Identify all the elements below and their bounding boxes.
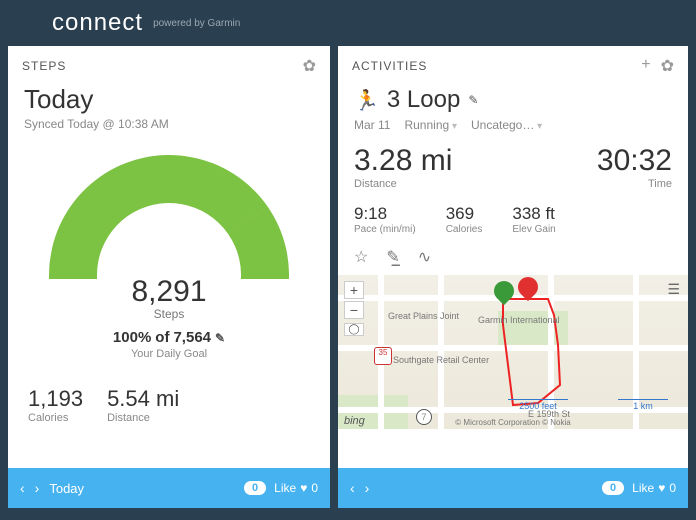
plus-icon[interactable]: + (641, 56, 650, 76)
activity-distance-stat: 3.28 mi Distance (354, 144, 452, 190)
map-label: Great Plains Joint (388, 311, 459, 321)
app-logo: connect (52, 9, 143, 37)
synced-text: Synced Today @ 10:38 AM (24, 117, 314, 131)
activities-panel-title: ACTIVITIES (352, 59, 427, 73)
activity-name: 3 Loop (387, 86, 460, 114)
like-button[interactable]: Like ♥ 0 (274, 481, 318, 495)
map-label: Garmin International (478, 315, 560, 325)
page-title: Today (24, 84, 314, 115)
activity-toolbar: ☆ ✎̲ ∿ (354, 247, 672, 267)
heart-icon: ♥ (300, 481, 307, 495)
pencil-icon[interactable]: ✎ (468, 93, 478, 107)
locate-button[interactable]: ◯ (344, 323, 364, 336)
activity-time-label: Time (597, 178, 672, 190)
activity-date: Mar 11 (354, 118, 390, 132)
steps-panel-header: STEPS ✿ (8, 46, 330, 82)
chart-icon[interactable]: ∿ (418, 247, 431, 267)
map-label: Southgate Retail Center (393, 355, 489, 365)
activity-calories-stat: 369 Calories (446, 204, 483, 235)
elev-value: 338 ft (512, 204, 555, 224)
comments-badge[interactable]: 0 (602, 481, 624, 495)
steps-gauge: 8,291 Steps 100% of 7,564 ✎ Your Daily G… (24, 149, 314, 360)
calories-label: Calories (28, 412, 83, 424)
activities-panel-header: ACTIVITIES + ✿ (338, 46, 688, 82)
steps-count: 8,291 (24, 275, 314, 309)
activities-panel: ACTIVITIES + ✿ 🏃 3 Loop ✎ Mar 11 Running… (338, 46, 688, 508)
map-scale-feet: 2500 feet (508, 399, 568, 411)
map-scale-km: 1 km (618, 399, 668, 411)
activity-time-value: 30:32 (597, 144, 672, 178)
distance-label: Distance (107, 412, 179, 424)
goal-target: 7,564 (173, 329, 211, 346)
zoom-in-button[interactable]: + (344, 281, 364, 299)
app-header: connect powered by Garmin (0, 0, 696, 46)
heart-icon: ♥ (658, 481, 665, 495)
running-icon: 🏃 (354, 88, 379, 113)
pace-value: 9:18 (354, 204, 416, 224)
map-credits: © Microsoft Corporation © Nokia (338, 418, 688, 427)
steps-panel: STEPS ✿ Today Synced Today @ 10:38 AM 8,… (8, 46, 330, 508)
activity-category-dropdown[interactable]: Uncatego… (471, 118, 542, 132)
gear-icon[interactable]: ✿ (661, 56, 674, 76)
star-icon[interactable]: ☆ (354, 247, 368, 267)
zoom-out-button[interactable]: − (344, 301, 364, 319)
prev-icon[interactable]: ‹ (20, 480, 25, 496)
goal-subtext: Your Daily Goal (24, 348, 314, 360)
next-icon[interactable]: › (35, 480, 40, 496)
powered-by-text: powered by Garmin (153, 18, 240, 29)
goal-of: of (155, 329, 169, 346)
elev-label: Elev Gain (512, 224, 555, 235)
calories-stat: 1,193 Calories (28, 386, 83, 424)
footer-label: Today (49, 481, 84, 496)
pace-stat: 9:18 Pace (min/mi) (354, 204, 416, 235)
activity-calories-label: Calories (446, 224, 483, 235)
next-icon[interactable]: › (365, 480, 370, 496)
end-pin-icon (518, 277, 538, 305)
start-pin-icon (494, 281, 514, 309)
steps-footer: ‹ › Today 0 Like ♥ 0 (8, 468, 330, 508)
edit-icon[interactable]: ✎̲ (386, 247, 399, 267)
distance-stat: 5.54 mi Distance (107, 386, 179, 424)
like-button[interactable]: Like ♥ 0 (632, 481, 676, 495)
steps-count-label: Steps (24, 307, 314, 321)
pencil-icon[interactable]: ✎ (215, 331, 225, 345)
interstate-shield-icon: 35 (374, 347, 392, 365)
calories-value: 1,193 (28, 386, 83, 412)
elev-stat: 338 ft Elev Gain (512, 204, 555, 235)
layers-icon[interactable]: ☰ (667, 281, 680, 298)
comments-badge[interactable]: 0 (244, 481, 266, 495)
prev-icon[interactable]: ‹ (350, 480, 355, 496)
goal-percent: 100% (113, 329, 151, 346)
gear-icon[interactable]: ✿ (303, 56, 316, 76)
activity-map[interactable]: Great Plains Joint Garmin International … (338, 275, 688, 429)
activity-time-stat: 30:32 Time (597, 144, 672, 190)
activity-calories-value: 369 (446, 204, 483, 224)
activity-distance-label: Distance (354, 178, 452, 190)
activity-distance-value: 3.28 mi (354, 144, 452, 178)
activities-footer: ‹ › 0 Like ♥ 0 (338, 468, 688, 508)
steps-panel-title: STEPS (22, 59, 66, 73)
distance-value: 5.54 mi (107, 386, 179, 412)
pace-label: Pace (min/mi) (354, 224, 416, 235)
activity-type-dropdown[interactable]: Running (404, 118, 457, 132)
